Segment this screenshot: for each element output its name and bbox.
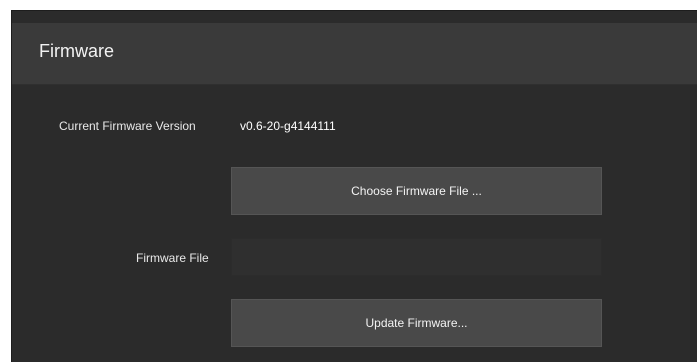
update-firmware-button[interactable]: Update Firmware...	[231, 299, 602, 347]
firmware-file-field[interactable]	[231, 238, 602, 276]
firmware-panel: Firmware Current Firmware Version v0.6-2…	[11, 10, 697, 362]
panel-header: Firmware	[12, 23, 697, 85]
firmware-file-label: Firmware File	[136, 251, 209, 265]
current-firmware-version-value: v0.6-20-g4144111	[240, 119, 336, 133]
choose-firmware-file-button[interactable]: Choose Firmware File ...	[231, 167, 602, 215]
page-frame: Firmware Current Firmware Version v0.6-2…	[0, 0, 697, 362]
panel-title: Firmware	[39, 41, 114, 61]
current-firmware-version-label: Current Firmware Version	[59, 119, 196, 133]
